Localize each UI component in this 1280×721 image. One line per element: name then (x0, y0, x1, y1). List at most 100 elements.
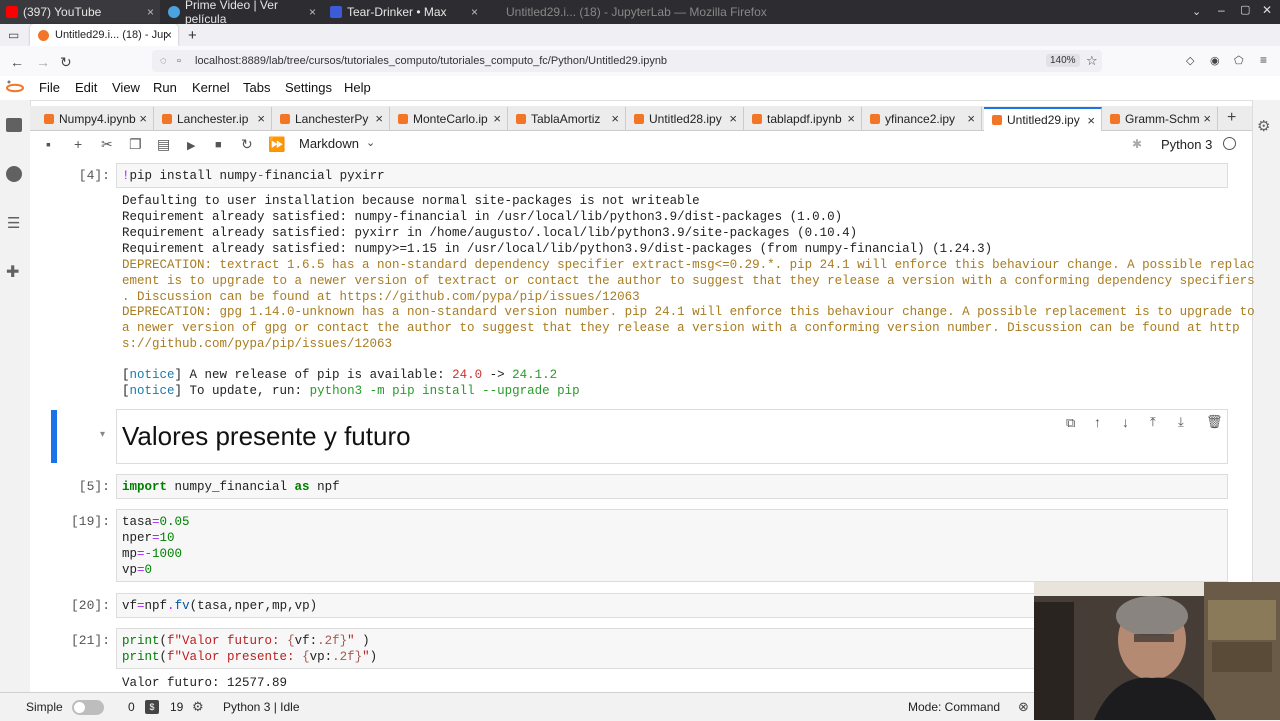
browser-tab-active[interactable]: Untitled29.i... (18) - Jupyt × (30, 24, 178, 46)
move-down-icon[interactable]: ↓ (1122, 414, 1129, 430)
menu-file[interactable]: File (39, 80, 60, 95)
tab-lanchesterpy[interactable]: LanchesterPy × (272, 107, 390, 130)
new-launcher-icon[interactable]: + (1227, 109, 1236, 127)
input-prompt: [21]: (70, 633, 110, 648)
tab-lanchester[interactable]: Lanchester.ip × (154, 107, 272, 130)
os-tab-label: Prime Video | Ver película (185, 0, 278, 26)
account-icon[interactable]: ◉ (1210, 54, 1220, 67)
notebook-icon (280, 113, 290, 124)
close-icon[interactable]: × (375, 111, 383, 126)
zoom-level[interactable]: 140% (1046, 54, 1080, 67)
close-icon[interactable]: × (611, 111, 619, 126)
menu-icon[interactable]: ≡ (1260, 53, 1267, 67)
close-icon[interactable]: × (967, 111, 975, 126)
shield-icon[interactable]: ◌ (160, 55, 167, 67)
menu-help[interactable]: Help (344, 80, 371, 95)
tab-montecarlo[interactable]: MonteCarlo.ip × (390, 107, 508, 130)
close-icon[interactable]: × (729, 111, 737, 126)
kernel-name[interactable]: Python 3 (1161, 137, 1212, 152)
tab-numpy4[interactable]: Numpy4.ipynb × (36, 107, 154, 130)
running-icon[interactable] (6, 166, 22, 182)
close-icon[interactable]: × (493, 111, 501, 126)
close-icon[interactable]: × (257, 111, 265, 126)
close-icon[interactable]: × (1203, 111, 1211, 126)
close-icon[interactable]: × (847, 111, 855, 126)
save-icon[interactable]: ▪ (46, 136, 51, 152)
menu-run[interactable]: Run (153, 80, 177, 95)
paste-icon[interactable]: ▤ (157, 136, 170, 153)
close-window-icon[interactable]: ✕ (1262, 3, 1272, 17)
move-up-icon[interactable]: ↑ (1094, 414, 1101, 430)
insert-below-icon[interactable]: ⤓ (1178, 414, 1184, 430)
notebook-icon (634, 113, 644, 124)
extensions-icon[interactable]: ⬠ (1234, 54, 1244, 67)
run-icon[interactable]: ▶ (187, 139, 195, 152)
code-token: 0 (144, 563, 153, 577)
kernel-count[interactable]: 19 (170, 700, 183, 714)
forward-icon[interactable]: → (36, 54, 50, 70)
menu-tabs[interactable]: Tabs (243, 80, 270, 95)
code-token: f"Valor futuro: (167, 634, 288, 648)
os-tab-max[interactable]: Tear-Drinker • Max × (324, 0, 484, 24)
input-prompt: [5]: (78, 479, 110, 494)
chevron-down-icon[interactable]: ⌄ (366, 136, 375, 149)
close-icon[interactable]: × (165, 28, 172, 42)
code-line: import numpy_financial as npf (122, 479, 340, 495)
toc-icon[interactable]: ☰ (7, 214, 20, 232)
stop-icon[interactable]: ■ (215, 139, 222, 151)
tab-list-icon[interactable]: ▭ (8, 28, 19, 42)
bookmark-star-icon[interactable]: ☆ (1086, 53, 1098, 69)
kernel-status[interactable]: Python 3 | Idle (223, 700, 300, 714)
maximize-icon[interactable]: ▢ (1240, 3, 1250, 16)
terminal-count[interactable]: 0 (128, 700, 135, 714)
menu-settings[interactable]: Settings (285, 80, 332, 95)
tab-yfinance2[interactable]: yfinance2.ipy × (862, 107, 982, 130)
insert-above-icon[interactable]: ⤒ (1150, 414, 1156, 430)
reload-icon[interactable]: ↻ (60, 54, 72, 71)
menu-edit[interactable]: Edit (75, 80, 97, 95)
tab-gramm-schmidt[interactable]: Gramm-Schm × (1102, 107, 1218, 130)
tab-untitled28[interactable]: Untitled28.ipy × (626, 107, 744, 130)
folder-icon[interactable] (6, 118, 22, 132)
tab-label: Numpy4.ipynb (59, 111, 136, 126)
notification-icon[interactable]: ⊗ (1018, 699, 1029, 715)
extension-icon[interactable]: ✚ (6, 262, 19, 282)
debugger-icon[interactable]: ✱ (1132, 137, 1142, 151)
chevron-down-icon[interactable]: ⌄ (1192, 5, 1201, 18)
delete-cell-icon[interactable]: 🗑 (1206, 414, 1223, 430)
close-icon[interactable]: × (147, 5, 154, 19)
close-icon[interactable]: × (309, 5, 316, 19)
tab-tablaamortiz[interactable]: TablaAmortiz × (508, 107, 626, 130)
menu-view[interactable]: View (112, 80, 140, 95)
output-line: Requirement already satisfied: pyxirr in… (122, 226, 858, 240)
simple-mode-toggle[interactable] (72, 700, 104, 715)
new-tab-button[interactable]: + (188, 27, 197, 44)
minimize-icon[interactable]: – (1218, 3, 1225, 17)
os-tab-prime[interactable]: Prime Video | Ver película × (162, 0, 322, 26)
pocket-icon[interactable]: ◇ (1186, 54, 1194, 67)
close-icon[interactable]: × (471, 5, 478, 19)
insert-cell-icon[interactable]: + (74, 136, 82, 152)
code-cell-input[interactable] (116, 509, 1228, 582)
copy-icon[interactable]: ❐ (129, 136, 142, 153)
tab-untitled29[interactable]: Untitled29.ipy × (984, 107, 1102, 131)
collapse-icon[interactable]: ▾ (100, 429, 105, 440)
close-icon[interactable]: × (139, 111, 147, 126)
close-icon[interactable]: × (1087, 113, 1095, 128)
menu-kernel[interactable]: Kernel (192, 80, 230, 95)
restart-icon[interactable]: ↻ (241, 136, 253, 153)
page-info-icon[interactable]: ▫ (177, 55, 181, 67)
os-tab-youtube[interactable]: (397) YouTube × (0, 0, 160, 24)
cut-icon[interactable]: ✂ (101, 136, 113, 153)
active-cell-marker (51, 410, 57, 463)
tab-tablapdf[interactable]: tablapdf.ipynb × (744, 107, 862, 130)
terminal-icon: $ (145, 700, 159, 714)
code-token: { (302, 650, 310, 664)
cell-type-select[interactable]: Markdown (299, 136, 359, 151)
duplicate-cell-icon[interactable]: ⧉ (1066, 415, 1075, 431)
property-inspector-icon[interactable]: ⚙ (1257, 117, 1270, 135)
restart-run-all-icon[interactable]: ⏩ (268, 136, 285, 153)
url-text[interactable]: localhost:8889/lab/tree/cursos/tutoriale… (195, 55, 667, 67)
back-icon[interactable]: ← (10, 54, 24, 70)
prime-video-icon (168, 6, 180, 18)
